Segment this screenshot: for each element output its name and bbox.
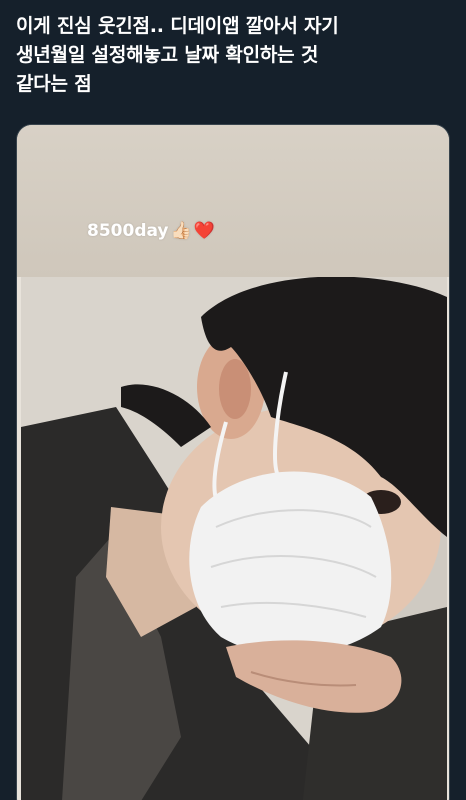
story-caption: 8500day 👍🏻 ❤️	[87, 221, 215, 241]
story-header: 8500day 👍🏻 ❤️	[17, 125, 449, 277]
selfie-illustration	[21, 277, 447, 800]
tweet-media-card[interactable]: 8500day 👍🏻 ❤️	[16, 124, 450, 800]
day-count-text: 8500day	[87, 221, 169, 241]
tweet-text: 이게 진심 웃긴점.. 디데이앱 깔아서 자기 생년월일 설정해놓고 날짜 확인…	[16, 15, 339, 95]
tweet-screen: 이게 진심 웃긴점.. 디데이앱 깔아서 자기 생년월일 설정해놓고 날짜 확인…	[0, 0, 466, 800]
heart-icon: ❤️	[193, 220, 215, 241]
selfie-photo[interactable]	[21, 277, 447, 800]
thumbs-up-icon: 👍🏻	[170, 220, 192, 241]
